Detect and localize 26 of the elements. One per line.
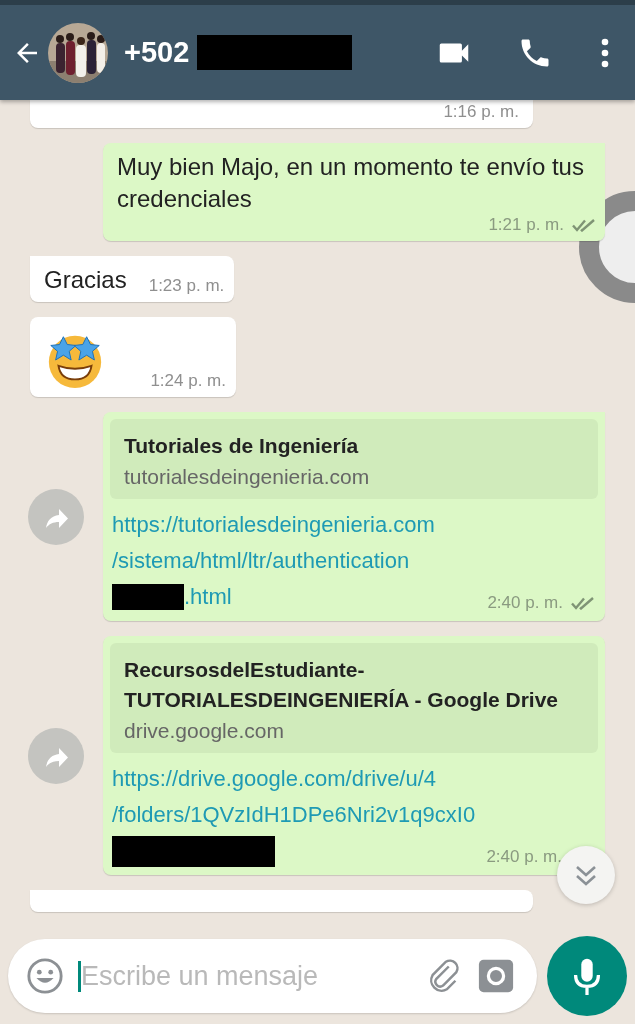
preview-title: RecursosdelEstudiante-TUTORIALESDEINGENIERÍA - Google Drive xyxy=(124,657,560,713)
link-preview-card[interactable]: RecursosdelEstudiante-TUTORIALESDEINGENIERÍA - Google Drive drive.google.com xyxy=(110,643,598,753)
microphone-button[interactable] xyxy=(547,936,627,1016)
menu-icon[interactable] xyxy=(601,37,609,68)
message-input-field[interactable]: Escribe un mensaje xyxy=(78,960,411,992)
link-preview-card[interactable]: Tutoriales de Ingeniería tutorialesdeingenieria.com xyxy=(110,419,598,499)
message-time: 1:24 p. m. xyxy=(150,371,226,391)
link-text[interactable]: https://tutorialesdeingenieria.com xyxy=(112,507,435,543)
message-time: 1:23 p. m. xyxy=(148,276,225,296)
contact-name[interactable]: +502 xyxy=(124,36,190,69)
link-text[interactable]: /folders/1QVzIdH1DPe6Nri2v1q9cxI0 xyxy=(112,797,476,833)
link-text[interactable]: https://drive.google.com/drive/u/4 xyxy=(112,761,437,797)
message-time: 2:40 p. m. xyxy=(487,593,563,613)
preview-domain: drive.google.com xyxy=(124,719,285,743)
message-text: Muy bien Majo, en un momento te envío tus credenciales xyxy=(117,152,585,214)
link-text[interactable]: .html xyxy=(184,579,232,615)
camera-icon[interactable] xyxy=(477,957,515,995)
emoji-icon[interactable] xyxy=(26,957,64,995)
message-time: 2:40 p. m. xyxy=(486,847,562,867)
message-text: Gracias xyxy=(44,265,127,295)
message-time: 1:21 p. m. xyxy=(488,215,564,235)
message-composer-field[interactable]: Escribe un mensaje xyxy=(8,939,537,1013)
message-time: 1:16 p. m. xyxy=(443,102,519,121)
preview-title: Tutoriales de Ingeniería xyxy=(124,433,360,459)
link-text[interactable]: /sistema/html/ltr/authentication xyxy=(112,543,410,579)
preview-domain: tutorialesdeingenieria.com xyxy=(124,465,371,489)
